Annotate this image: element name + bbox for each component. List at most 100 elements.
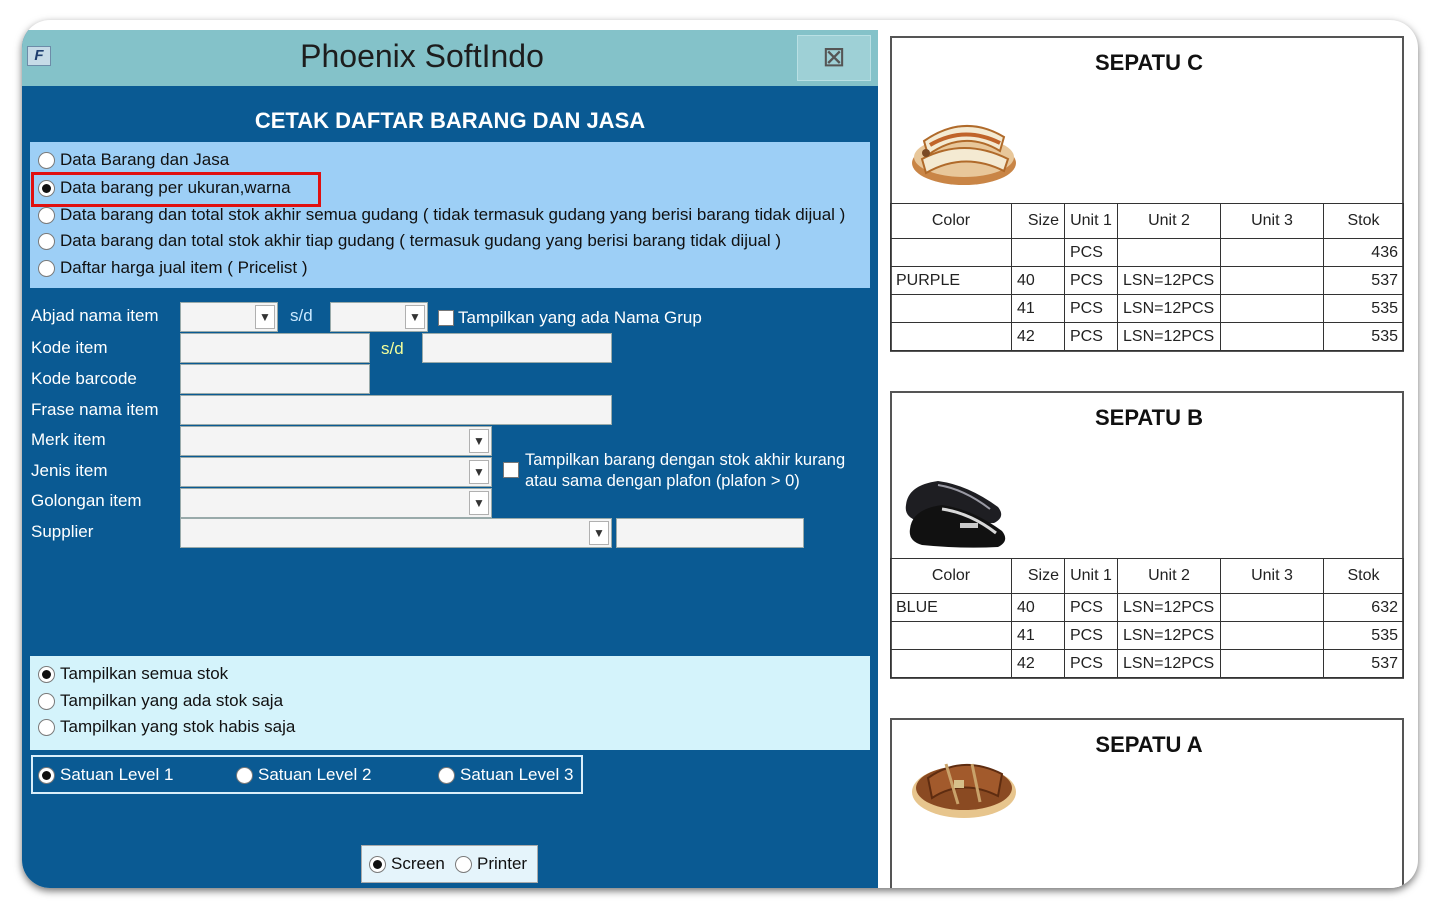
selected-option-highlight [31,172,321,207]
show-group-checkbox[interactable] [438,310,454,326]
jenis-select[interactable]: ▼ [180,457,492,487]
cell-color [890,322,1012,351]
cell-stok: 632 [1323,593,1404,622]
cell-unit3 [1220,322,1324,351]
radio-icon [236,766,253,784]
merk-select[interactable]: ▼ [180,426,492,456]
frase-label: Frase nama item [31,400,159,419]
cell-size: 41 [1011,621,1065,650]
column-header: Size [1011,558,1065,594]
cell-size: 40 [1011,266,1065,295]
cell-size: 42 [1011,649,1065,678]
product-card: SEPATU C Color Size Unit 1 Unit 2 Unit 3… [890,36,1404,352]
merk-label: Merk item [31,430,106,449]
cell-stok: 537 [1323,649,1404,678]
cell-stok: 535 [1323,322,1404,351]
golongan-select[interactable]: ▼ [180,488,492,518]
sd-label: s/d [381,339,404,358]
cell-size: 41 [1011,294,1065,323]
cell-color: BLUE [890,593,1012,622]
chevron-down-icon[interactable]: ▼ [469,491,489,515]
chevron-down-icon[interactable]: ▼ [589,521,609,545]
supplier-name-input[interactable] [616,518,804,548]
cell-unit3 [1220,593,1324,622]
radio-icon [38,151,55,169]
sandal-cream-icon [912,125,1016,185]
unit-level-option[interactable]: Satuan Level 2 [236,765,371,785]
stock-option[interactable]: Tampilkan yang stok habis saja [38,717,295,737]
cell-unit3 [1220,266,1324,295]
chevron-down-icon[interactable]: ▼ [469,460,489,484]
chevron-down-icon[interactable]: ▼ [255,305,275,329]
output-screen-option[interactable]: Screen [369,854,445,874]
abjad-to-select[interactable]: ▼ [330,302,428,332]
table-row: BLUE 40 PCS LSN=12PCS 632 [890,593,1404,622]
product-card: SEPATU B Color Size Unit 1 Unit 2 Unit 3… [890,391,1404,679]
unit-level-option[interactable]: Satuan Level 3 [438,765,573,785]
screenshot-frame: F Phoenix SoftIndo ⊠ CETAK DAFTAR BARANG… [22,20,1418,888]
abjad-from-select[interactable]: ▼ [180,302,278,332]
table-row: 41 PCS LSN=12PCS 535 [890,621,1404,650]
table-row: PURPLE 40 PCS LSN=12PCS 537 [890,266,1404,295]
frase-input[interactable] [180,395,612,425]
table-row: PCS 436 [890,238,1404,267]
supplier-label: Supplier [31,522,94,541]
cell-unit3 [1220,238,1324,267]
radio-icon [38,232,55,250]
kode-item-to-input[interactable] [422,333,612,363]
kode-item-from-input[interactable] [180,333,370,363]
loafer-black-icon [905,481,1006,548]
abjad-label: Abjad nama item [31,306,159,325]
product-name: SEPATU C [1095,50,1203,75]
column-header: Color [890,558,1012,594]
column-header: Unit 2 [1117,558,1221,594]
cell-unit2: LSN=12PCS [1117,294,1221,323]
radio-icon [38,692,55,710]
cell-color [890,621,1012,650]
cell-color [890,238,1012,267]
radio-icon [455,855,472,873]
cell-unit2: LSN=12PCS [1117,266,1221,295]
cell-stok: 537 [1323,266,1404,295]
kode-barcode-input[interactable] [180,364,370,394]
plafon-checkbox[interactable] [503,462,519,478]
title-bar: F Phoenix SoftIndo ⊠ [22,30,878,86]
column-header: Unit 1 [1064,203,1118,239]
cell-unit1: PCS [1064,593,1118,622]
unit-level-option[interactable]: Satuan Level 1 [38,765,173,785]
close-button[interactable]: ⊠ [797,35,871,81]
radio-selected-icon [38,766,55,784]
cell-unit1: PCS [1064,322,1118,351]
cell-unit1: PCS [1064,294,1118,323]
product-card: SEPATU A [890,718,1404,888]
report-type-option[interactable]: Daftar harga jual item ( Pricelist ) [38,258,308,278]
chevron-down-icon[interactable]: ▼ [469,429,489,453]
stock-table: Color Size Unit 1 Unit 2 Unit 3 Stok PCS… [890,203,1404,351]
table-row: 42 PCS LSN=12PCS 535 [890,322,1404,351]
stock-option[interactable]: Tampilkan yang ada stok saja [38,691,283,711]
output-printer-option[interactable]: Printer [455,854,527,874]
cell-unit1: PCS [1064,621,1118,650]
print-dialog: F Phoenix SoftIndo ⊠ CETAK DAFTAR BARANG… [22,30,878,888]
column-header: Size [1011,203,1065,239]
cell-color [890,294,1012,323]
report-type-option[interactable]: Data barang dan total stok akhir semua g… [38,205,845,225]
cell-unit2 [1117,238,1221,267]
cell-size: 42 [1011,322,1065,351]
table-row: 41 PCS LSN=12PCS 535 [890,294,1404,323]
sandal-brown-icon [912,763,1016,818]
cell-stok: 436 [1323,238,1404,267]
supplier-select[interactable]: ▼ [180,518,612,548]
report-type-option[interactable]: Data barang dan total stok akhir tiap gu… [38,231,781,251]
dialog-heading: CETAK DAFTAR BARANG DAN JASA [254,108,646,133]
cell-unit2: LSN=12PCS [1117,593,1221,622]
radio-icon [438,766,455,784]
kode-item-label: Kode item [31,338,108,357]
report-type-option[interactable]: Data Barang dan Jasa [38,150,229,170]
chevron-down-icon[interactable]: ▼ [405,305,425,329]
cell-stok: 535 [1323,621,1404,650]
stock-option[interactable]: Tampilkan semua stok [38,664,228,684]
radio-selected-icon [38,665,55,683]
radio-icon [38,206,55,224]
cell-color [890,649,1012,678]
